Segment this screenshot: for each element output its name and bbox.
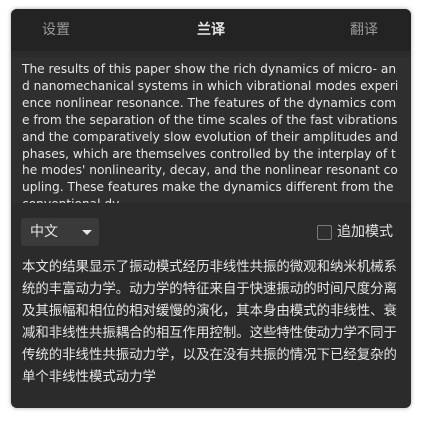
source-text-area[interactable]: The results of this paper show the rich … bbox=[11, 57, 411, 203]
language-select-label: 中文 bbox=[30, 224, 58, 240]
tab-bar: 设置 兰译 翻译 bbox=[11, 9, 411, 51]
tab-lanyi[interactable]: 兰译 bbox=[176, 9, 246, 51]
tab-fanyi[interactable]: 翻译 bbox=[329, 9, 399, 51]
controls-bar: 中文 追加模式 bbox=[11, 211, 411, 251]
tab-settings[interactable]: 设置 bbox=[21, 9, 91, 51]
result-text: 本文的结果显示了振动模式经历非线性共振的微观和纳米机械系统的丰富动力学。动力学的… bbox=[22, 260, 397, 385]
source-text: The results of this paper show the rich … bbox=[22, 62, 399, 203]
append-mode-checkbox[interactable] bbox=[317, 225, 332, 240]
language-select[interactable]: 中文 bbox=[21, 218, 99, 246]
append-mode-label: 追加模式 bbox=[337, 224, 393, 240]
chevron-down-icon bbox=[82, 230, 92, 235]
result-text-area[interactable]: 本文的结果显示了振动模式经历非线性共振的微观和纳米机械系统的丰富动力学。动力学的… bbox=[11, 253, 411, 403]
translator-window: 设置 兰译 翻译 The results of this paper show … bbox=[11, 9, 411, 408]
